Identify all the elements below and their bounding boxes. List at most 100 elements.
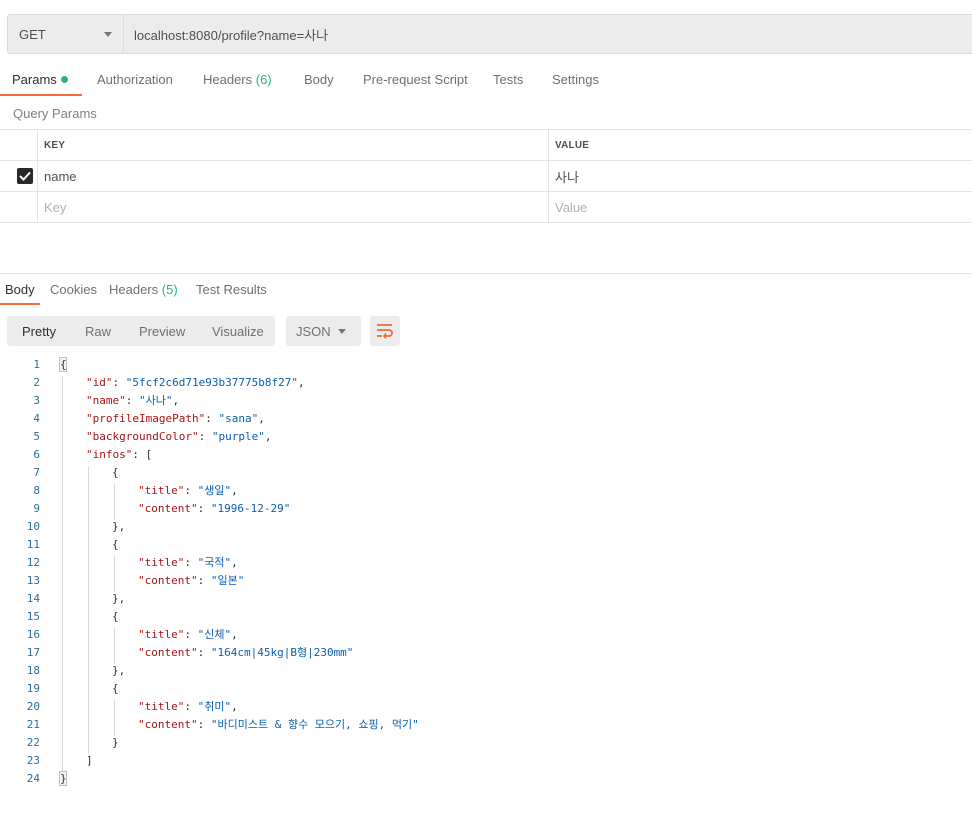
view-visualize-button[interactable]: Visualize xyxy=(212,324,264,339)
tab-authorization[interactable]: Authorization xyxy=(97,72,173,87)
line-number: 20 xyxy=(26,700,40,713)
method-select[interactable]: GET xyxy=(8,15,124,53)
json-punctuation: : xyxy=(184,556,198,569)
json-key: "content" xyxy=(138,502,198,515)
tab-response-headers[interactable]: Headers (5) xyxy=(109,282,178,297)
code-line: 17 "content": "164cm|45kg|B형|230mm" xyxy=(0,644,972,662)
json-punctuation: , xyxy=(231,700,238,713)
tab-params[interactable]: Params xyxy=(12,72,68,87)
code-line: 5 "backgroundColor": "purple", xyxy=(0,428,972,446)
line-number: 3 xyxy=(33,394,40,407)
code-line: 22} xyxy=(0,734,972,752)
param-key-cell[interactable]: name xyxy=(38,161,549,191)
header-key-cell: KEY xyxy=(38,130,549,160)
value-placeholder: Value xyxy=(555,199,588,215)
json-key: "name" xyxy=(86,394,126,407)
params-active-dot xyxy=(60,76,68,83)
code-line: 11 { xyxy=(0,536,972,554)
tab-response-body[interactable]: Body xyxy=(5,282,35,297)
indent-guide xyxy=(62,376,63,772)
code-line: 21 "content": "바디미스트 & 향수 모으기, 쇼핑, 먹기" xyxy=(0,716,972,734)
column-header-key: KEY xyxy=(44,139,66,151)
line-number: 5 xyxy=(33,430,40,443)
tab-tests[interactable]: Tests xyxy=(493,72,523,87)
json-punctuation: { xyxy=(60,358,67,371)
code-text: "title": "국적", xyxy=(138,554,238,572)
check-icon xyxy=(19,171,31,181)
code-text: { xyxy=(112,464,119,482)
code-line: 12 "title": "국적", xyxy=(0,554,972,572)
view-mode-group: Pretty Raw Preview Visualize xyxy=(7,316,275,346)
code-line: 14}, xyxy=(0,590,972,608)
view-raw-button[interactable]: Raw xyxy=(85,324,111,339)
url-input[interactable]: localhost:8080/profile?name=사나 xyxy=(124,15,972,53)
json-punctuation: , xyxy=(231,484,238,497)
tab-headers[interactable]: Headers (6) xyxy=(203,72,272,87)
param-enabled-checkbox[interactable] xyxy=(17,168,33,184)
tab-headers-label: Headers xyxy=(203,72,253,87)
json-string: "국적" xyxy=(197,556,232,569)
code-text: "id": "5fcf2c6d71e93b37775b8f27", xyxy=(86,374,305,392)
tab-settings[interactable]: Settings xyxy=(552,72,599,87)
json-punctuation: : [ xyxy=(132,448,153,461)
param-value-cell[interactable]: 사나 xyxy=(549,161,972,191)
code-text: "name": "사나", xyxy=(86,392,179,410)
line-number: 15 xyxy=(26,610,40,623)
json-punctuation: }, xyxy=(112,520,126,533)
tab-body[interactable]: Body xyxy=(304,72,334,87)
code-text: ] xyxy=(86,752,93,770)
code-line: 6 "infos": [ xyxy=(0,446,972,464)
wrap-lines-button[interactable] xyxy=(370,316,400,346)
code-line: 18}, xyxy=(0,662,972,680)
json-string: "취미" xyxy=(197,700,232,713)
json-punctuation: : xyxy=(197,646,211,659)
json-key: "title" xyxy=(138,556,185,569)
code-text: "content": "일본" xyxy=(138,572,244,590)
json-string: "일본" xyxy=(210,574,245,587)
json-punctuation: ] xyxy=(86,754,93,767)
json-key: "title" xyxy=(138,700,185,713)
json-punctuation: : xyxy=(184,484,198,497)
json-punctuation: : xyxy=(125,394,139,407)
json-string: "sana" xyxy=(218,412,259,425)
json-key: "content" xyxy=(138,646,198,659)
code-text: "content": "164cm|45kg|B형|230mm" xyxy=(138,644,353,662)
json-punctuation: , xyxy=(231,556,238,569)
new-key-input[interactable]: Key xyxy=(38,192,549,222)
code-line: 24} xyxy=(0,770,972,788)
json-string: "purple" xyxy=(211,430,265,443)
json-string: "1996-12-29" xyxy=(210,502,291,515)
tab-headers-count: (6) xyxy=(255,72,272,87)
tab-pre-request-script[interactable]: Pre-request Script xyxy=(363,72,468,87)
row-check-cell xyxy=(0,161,38,191)
query-params-title: Query Params xyxy=(13,106,97,121)
view-preview-button[interactable]: Preview xyxy=(139,324,185,339)
indent-guide xyxy=(114,556,115,592)
code-line: 8 "title": "생일", xyxy=(0,482,972,500)
new-row-check-cell xyxy=(0,192,38,222)
chevron-down-icon xyxy=(104,31,112,37)
line-number: 12 xyxy=(26,556,40,569)
json-string: "164cm|45kg|B형|230mm" xyxy=(210,646,354,659)
code-line: 16 "title": "신체", xyxy=(0,626,972,644)
new-value-input[interactable]: Value xyxy=(549,192,972,222)
code-line: 23] xyxy=(0,752,972,770)
json-punctuation: : xyxy=(184,700,198,713)
method-label: GET xyxy=(19,26,46,42)
code-line: 10}, xyxy=(0,518,972,536)
code-text: }, xyxy=(112,590,125,608)
tab-params-label: Params xyxy=(12,72,57,87)
view-pretty-button[interactable]: Pretty xyxy=(22,324,56,339)
code-text: "profileImagePath": "sana", xyxy=(86,410,265,428)
tab-cookies[interactable]: Cookies xyxy=(50,282,97,297)
line-number: 24 xyxy=(26,772,40,785)
line-number: 23 xyxy=(26,754,40,767)
tab-test-results[interactable]: Test Results xyxy=(196,282,267,297)
line-number: 11 xyxy=(26,538,40,551)
format-select[interactable]: JSON xyxy=(286,316,361,346)
line-number: 22 xyxy=(26,736,40,749)
json-key: "title" xyxy=(138,628,185,641)
tab-response-headers-count: (5) xyxy=(161,282,178,297)
line-number: 2 xyxy=(33,376,40,389)
code-line: 7{ xyxy=(0,464,972,482)
